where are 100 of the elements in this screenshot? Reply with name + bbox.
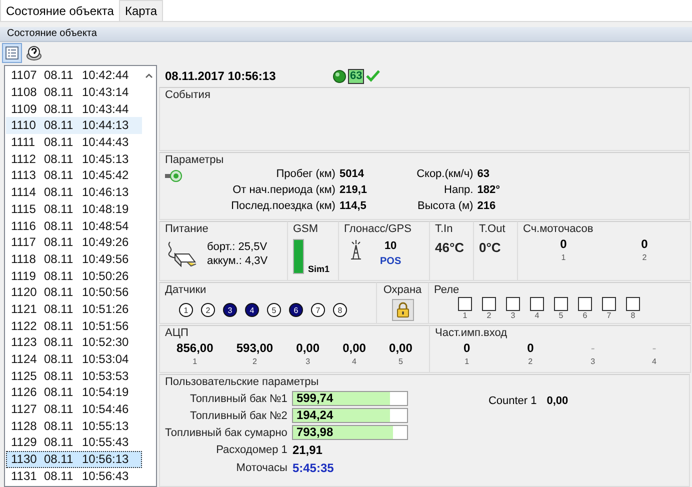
parameter-value: 63 bbox=[477, 167, 490, 182]
relay-checkbox[interactable] bbox=[626, 297, 640, 311]
record-date: 08.11 bbox=[44, 418, 74, 433]
tab[interactable]: Карта bbox=[118, 0, 164, 21]
list-icon bbox=[5, 46, 19, 60]
adc-index: 3 bbox=[306, 356, 310, 368]
relay-index: 2 bbox=[486, 311, 492, 320]
relay-index: 3 bbox=[510, 311, 516, 320]
record-row[interactable]: 1126 08.11 10:54:19 bbox=[6, 384, 142, 401]
record-date: 08.11 bbox=[44, 185, 74, 200]
record-row[interactable]: 1129 08.11 10:55:43 bbox=[6, 434, 142, 451]
record-row[interactable]: 1117 08.11 10:49:26 bbox=[6, 234, 142, 251]
record-time: 10:44:13 bbox=[82, 118, 129, 132]
record-row[interactable]: 1124 08.11 10:53:04 bbox=[6, 350, 142, 368]
relay-checkbox[interactable] bbox=[554, 297, 568, 311]
record-number: 1114 bbox=[11, 185, 37, 200]
record-row[interactable]: 1112 08.11 10:45:13 bbox=[6, 150, 142, 168]
list-view-button[interactable] bbox=[2, 43, 22, 63]
record-time: 10:46:13 bbox=[82, 185, 129, 200]
relay-index: 7 bbox=[606, 311, 612, 320]
record-date: 08.11 bbox=[44, 135, 74, 150]
record-number: 1127 bbox=[11, 402, 38, 416]
record-row[interactable]: 1114 08.11 10:46:13 bbox=[6, 184, 142, 200]
record-row[interactable]: 1111 08.11 10:44:43 bbox=[6, 134, 142, 150]
record-date: 08.11 bbox=[44, 335, 74, 350]
record-row[interactable]: 1127 08.11 10:54:46 bbox=[6, 400, 142, 418]
pulse-index: 4 bbox=[652, 356, 656, 368]
parameter-label: От нач.периода (км) bbox=[232, 183, 336, 198]
lock-button[interactable] bbox=[392, 299, 414, 321]
record-row[interactable]: 1119 08.11 10:50:26 bbox=[6, 267, 142, 284]
record-time: 10:51:56 bbox=[82, 318, 129, 333]
record-row[interactable]: 1123 08.11 10:52:30 bbox=[6, 334, 142, 351]
record-time: 10:56:13 bbox=[82, 452, 129, 466]
fix-status: POS bbox=[380, 255, 402, 269]
record-number: 1109 bbox=[11, 102, 38, 116]
record-row[interactable]: 1113 08.11 10:45:42 bbox=[6, 167, 142, 184]
record-date: 08.11 bbox=[44, 235, 74, 250]
record-date: 08.11 bbox=[44, 68, 74, 82]
relay-checkbox[interactable] bbox=[458, 297, 472, 311]
adc-index: 5 bbox=[398, 356, 403, 368]
record-date: 08.11 bbox=[44, 268, 74, 283]
group-title: Питание bbox=[165, 223, 210, 236]
record-number: 1108 bbox=[11, 85, 38, 100]
voltage-reading: борт.: 25,5V bbox=[207, 240, 268, 254]
relay-index: 4 bbox=[534, 311, 540, 320]
temperature-value: 46°C bbox=[435, 239, 466, 255]
record-row[interactable]: 1131 08.11 10:56:43 bbox=[6, 468, 142, 484]
sensor-indicator: 1 bbox=[179, 303, 193, 317]
record-number: 1117 bbox=[11, 235, 37, 250]
relay-index: 8 bbox=[630, 311, 636, 320]
record-number: 1120 bbox=[11, 285, 38, 300]
record-number: 1116 bbox=[11, 218, 37, 233]
check-icon bbox=[366, 70, 380, 82]
record-date: 08.11 bbox=[44, 118, 74, 132]
parameter-label: Послед.поездка (км) bbox=[231, 199, 336, 214]
record-row[interactable]: 1120 08.11 10:50:56 bbox=[6, 284, 142, 301]
counter-value: 0 bbox=[560, 238, 567, 251]
record-row[interactable]: 1125 08.11 10:53:53 bbox=[6, 367, 142, 384]
record-time: 10:56:43 bbox=[82, 468, 129, 483]
parameter-label: Топливный бак сумарно bbox=[165, 426, 288, 438]
sensor-indicator: 5 bbox=[267, 303, 281, 317]
record-row[interactable]: 1116 08.11 10:48:54 bbox=[6, 217, 142, 234]
record-time: 10:53:53 bbox=[82, 368, 129, 383]
record-date: 08.11 bbox=[44, 468, 74, 483]
timestamp: 08.11.2017 10:56:13 bbox=[165, 69, 277, 83]
record-row[interactable]: 1118 08.11 10:49:56 bbox=[6, 250, 142, 268]
record-row[interactable]: 1108 08.11 10:43:14 bbox=[6, 84, 142, 100]
record-date: 08.11 bbox=[44, 152, 74, 166]
record-date: 08.11 bbox=[44, 385, 74, 400]
record-row[interactable]: 1130 08.11 10:56:13 bbox=[6, 450, 142, 468]
pulse-index: 2 bbox=[528, 356, 533, 368]
record-row[interactable]: 1115 08.11 10:48:19 bbox=[6, 200, 142, 218]
help-button[interactable] bbox=[24, 43, 44, 63]
relay-checkbox[interactable] bbox=[602, 297, 616, 311]
record-time: 10:48:54 bbox=[82, 218, 129, 233]
relay-checkbox[interactable] bbox=[482, 297, 496, 311]
record-number: 1110 bbox=[11, 118, 37, 132]
relay-checkbox[interactable] bbox=[530, 297, 544, 311]
counter-index: 2 bbox=[642, 252, 647, 264]
record-time: 10:50:56 bbox=[82, 285, 129, 300]
relay-checkbox[interactable] bbox=[506, 297, 520, 311]
parameter-value: 219,1 bbox=[339, 183, 367, 198]
parameter-value: 5:45:35 bbox=[292, 460, 335, 476]
record-row[interactable]: 1128 08.11 10:55:13 bbox=[6, 417, 142, 434]
record-date: 08.11 bbox=[44, 202, 74, 216]
temperature-value: 0°C bbox=[479, 239, 502, 255]
panel-title: Состояние объекта bbox=[0, 27, 692, 42]
record-row[interactable]: 1110 08.11 10:44:13 bbox=[6, 117, 142, 134]
record-row[interactable]: 1122 08.11 10:51:56 bbox=[6, 317, 142, 334]
record-date: 08.11 bbox=[44, 435, 74, 450]
relay-checkbox[interactable] bbox=[578, 297, 592, 311]
record-row[interactable]: 1107 08.11 10:42:44 bbox=[6, 67, 142, 84]
sensor-indicator: 7 bbox=[311, 303, 325, 317]
group-title: T.In bbox=[435, 223, 454, 236]
record-row[interactable]: 1121 08.11 10:51:26 bbox=[6, 300, 142, 318]
counter-index: 1 bbox=[561, 252, 566, 264]
record-row[interactable]: 1109 08.11 10:43:44 bbox=[6, 100, 142, 118]
record-number: 1130 bbox=[11, 452, 38, 466]
adc-value: 593,00 bbox=[236, 342, 274, 355]
tank-level-field: 793,98 bbox=[292, 425, 408, 440]
